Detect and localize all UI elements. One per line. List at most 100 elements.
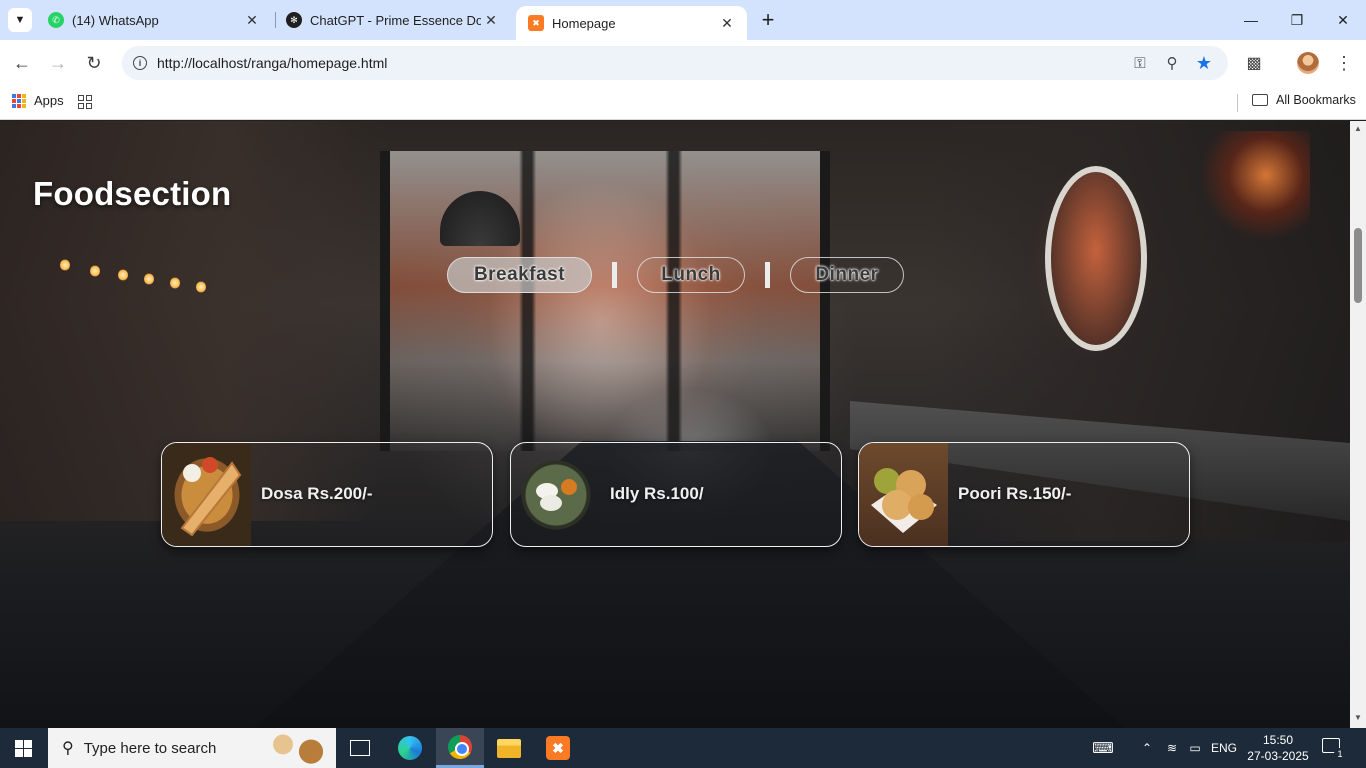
tab-groups-icon[interactable] [78, 95, 92, 109]
tab-strip: ▼ ✆ (14) WhatsApp ✕ ✻ ChatGPT - Prime Es… [0, 0, 1366, 40]
food-label: Poori Rs.150/- [958, 484, 1072, 503]
food-card-poori[interactable]: Poori Rs.150/- [858, 442, 1190, 547]
info-icon: i [133, 56, 147, 70]
password-key-icon[interactable]: ⚿ [1129, 53, 1151, 73]
keyboard-icon[interactable]: ⌨ [1088, 728, 1118, 768]
start-button[interactable] [15, 740, 32, 757]
food-label: Dosa Rs.200/- [261, 484, 373, 503]
back-button[interactable]: ← [8, 49, 36, 77]
arrow-right-icon: → [49, 52, 67, 73]
all-bookmarks-button[interactable]: All Bookmarks [1252, 93, 1356, 107]
idly-image [511, 443, 600, 546]
bookmark-apps-label: Apps [34, 93, 64, 108]
taskbar-xampp[interactable]: ✖ [534, 728, 582, 768]
apps-grid-icon [12, 93, 26, 108]
taskbar-edge[interactable] [386, 728, 434, 768]
close-icon[interactable]: ✕ [717, 13, 737, 33]
tab-chatgpt[interactable]: ✻ ChatGPT - Prime Essence Doc ✕ [274, 0, 511, 40]
poori-image [859, 443, 948, 546]
tab-search-button[interactable]: ▼ [8, 8, 32, 32]
food-card-dosa[interactable]: Dosa Rs.200/- [161, 442, 493, 547]
bookmark-star-icon[interactable]: ★ [1193, 53, 1215, 73]
taskbar-clock[interactable]: 15:50 27-03-2025 [1245, 732, 1311, 764]
address-bar[interactable]: i http://localhost/ranga/homepage.html ⚿… [122, 46, 1228, 80]
menu-divider [765, 262, 770, 288]
background-mirror [1045, 166, 1147, 351]
chevron-up-icon: ⌃ [1141, 741, 1153, 755]
close-icon: ✕ [1337, 11, 1349, 28]
taskbar-chrome[interactable] [436, 728, 484, 768]
site-logo: Foodsection [33, 175, 232, 212]
search-icon: ⚲ [62, 740, 74, 757]
tab-title: Homepage [552, 15, 616, 31]
extensions-icon[interactable]: ▩ [1242, 51, 1266, 75]
bookmarks-divider [1237, 94, 1238, 112]
task-view-icon [350, 740, 370, 756]
tab-title: (14) WhatsApp [72, 12, 159, 28]
dosa-image [162, 443, 251, 546]
background-lamp-right [1200, 131, 1310, 241]
close-icon[interactable]: ✕ [481, 10, 501, 30]
site-info-button[interactable]: i [130, 53, 150, 73]
tab-whatsapp[interactable]: ✆ (14) WhatsApp ✕ [36, 0, 272, 40]
reload-button[interactable]: ↻ [80, 49, 108, 77]
taskbar-search[interactable]: ⚲ Type here to search [48, 728, 336, 768]
food-label: Idly Rs.100/ [610, 484, 704, 503]
folder-icon [1252, 94, 1268, 106]
edge-icon [398, 736, 422, 760]
task-view-button[interactable] [336, 728, 384, 768]
page-content: Foodsection Breakfast Lunch Dinner Dosa … [0, 121, 1350, 728]
arrow-left-icon: ← [13, 52, 31, 73]
xampp-icon: ✖ [528, 15, 544, 31]
page-scrollbar[interactable]: ▲ ▼ [1350, 121, 1366, 728]
search-highlight-image [262, 730, 332, 766]
url-text[interactable]: http://localhost/ranga/homepage.html [157, 55, 387, 71]
taskbar-file-explorer[interactable] [485, 728, 533, 768]
tab-homepage[interactable]: ✖ Homepage ✕ [516, 6, 747, 40]
notification-center-button[interactable]: 1 [1322, 738, 1346, 760]
chrome-icon [448, 734, 472, 759]
menu-divider [612, 262, 617, 288]
food-card-idly[interactable]: Idly Rs.100/ [510, 442, 842, 547]
scroll-thumb[interactable] [1354, 228, 1362, 303]
battery-icon[interactable]: ▭ [1185, 728, 1205, 768]
menu-breakfast-button[interactable]: Breakfast [447, 257, 592, 293]
forward-button[interactable]: → [44, 49, 72, 77]
scroll-up-icon[interactable]: ▲ [1353, 124, 1363, 134]
browser-toolbar: ← → ↻ i http://localhost/ranga/homepage.… [0, 40, 1366, 86]
xampp-icon: ✖ [546, 736, 570, 760]
restore-button[interactable]: ❐ [1274, 0, 1320, 40]
background-string-lights [60, 251, 220, 301]
show-hidden-icons-button[interactable]: ⌃ [1138, 728, 1156, 768]
chatgpt-icon: ✻ [286, 12, 302, 28]
minimize-icon: — [1244, 12, 1258, 28]
clock-time: 15:50 [1262, 733, 1294, 747]
profile-avatar[interactable] [1297, 52, 1319, 74]
whatsapp-icon: ✆ [48, 12, 64, 28]
folder-icon [497, 738, 521, 758]
plus-icon: + [761, 7, 775, 32]
language-indicator[interactable]: ENG [1208, 728, 1240, 768]
menu-dinner-button[interactable]: Dinner [790, 257, 904, 293]
background-window [380, 151, 830, 451]
restore-icon: ❐ [1290, 11, 1304, 28]
bookmarks-bar: Apps All Bookmarks [0, 86, 1366, 120]
wifi-icon[interactable]: ≋ [1162, 728, 1182, 768]
bookmark-apps[interactable]: Apps [12, 93, 64, 108]
new-tab-button[interactable]: + [756, 7, 780, 32]
windows-taskbar: ⚲ Type here to search ✖ ⌨ ⌃ ≋ ▭ ENG 15:5… [0, 728, 1366, 768]
menu-kebab-icon[interactable]: ⋮ [1332, 51, 1356, 75]
reload-icon: ↻ [86, 52, 102, 73]
minimize-button[interactable]: — [1228, 0, 1274, 40]
search-placeholder: Type here to search [83, 739, 217, 757]
chevron-down-icon: ▼ [14, 14, 26, 26]
all-bookmarks-label: All Bookmarks [1276, 93, 1356, 107]
close-icon[interactable]: ✕ [242, 10, 262, 30]
close-window-button[interactable]: ✕ [1320, 0, 1366, 40]
zoom-icon[interactable]: ⚲ [1161, 53, 1183, 73]
clock-date: 27-03-2025 [1247, 749, 1309, 763]
tab-title: ChatGPT - Prime Essence Doc [310, 12, 481, 28]
menu-lunch-button[interactable]: Lunch [637, 257, 745, 293]
notification-badge: 1 [1334, 748, 1346, 760]
scroll-down-icon[interactable]: ▼ [1353, 713, 1363, 723]
